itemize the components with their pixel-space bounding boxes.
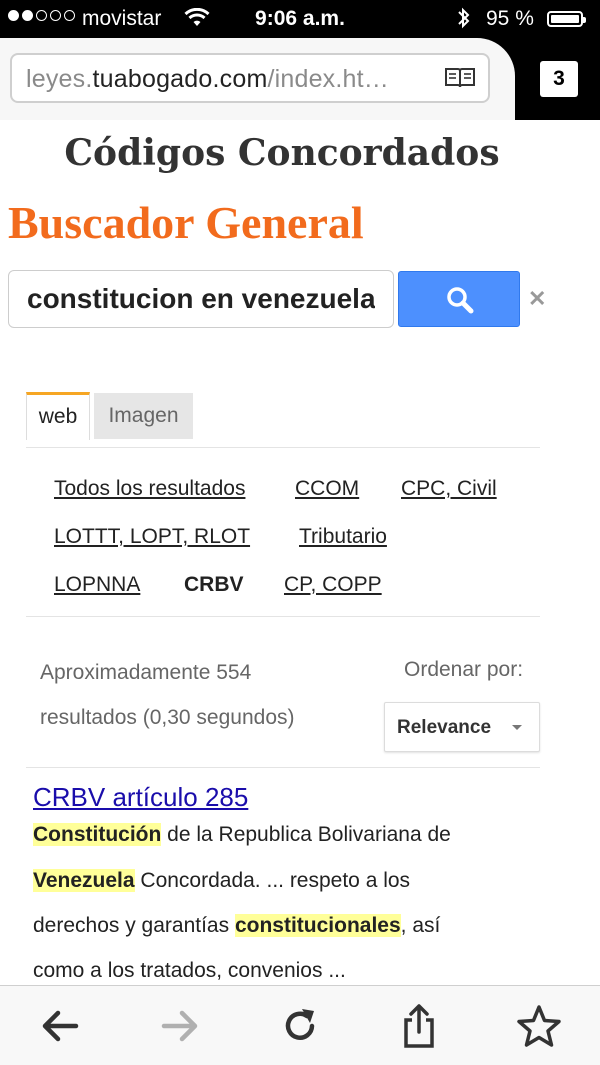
- refinement-crbv[interactable]: CRBV: [184, 573, 244, 597]
- refinement-tributario[interactable]: Tributario: [299, 525, 387, 549]
- result-time: resultados (0,30 segundos): [40, 706, 295, 729]
- refinement-todos[interactable]: Todos los resultados: [54, 477, 245, 501]
- result-snippet-line: como a los tratados, convenios ...: [33, 959, 346, 982]
- result-snippet-line: Venezuela Concordada. ... respeto a los: [33, 869, 411, 892]
- divider: [26, 767, 540, 768]
- refinement-lottt[interactable]: LOTTT, LOPT, RLOT: [54, 525, 250, 549]
- refinement-ccom[interactable]: CCOM: [295, 477, 359, 501]
- result-title-link[interactable]: CRBV artículo 285: [33, 782, 248, 813]
- order-label: Ordenar por:: [404, 658, 524, 681]
- search-icon: [447, 287, 474, 314]
- share-icon[interactable]: [395, 1002, 443, 1050]
- bluetooth-icon: [456, 6, 472, 36]
- clear-search-icon[interactable]: ✕: [528, 286, 546, 312]
- result-snippet-line: derechos y garantías constitucionales, a…: [33, 914, 441, 937]
- refinement-lopnna[interactable]: LOPNNA: [54, 573, 140, 597]
- tab-web[interactable]: web: [26, 392, 90, 440]
- refinement-cpc-civil[interactable]: CPC, Civil: [401, 477, 497, 501]
- reader-mode-icon[interactable]: [444, 67, 476, 89]
- url-bar[interactable]: leyes.tuabogado.com/index.ht…: [10, 53, 490, 103]
- tab-count-button[interactable]: 3: [540, 61, 578, 97]
- divider: [26, 447, 540, 448]
- browser-toolbar: leyes.tuabogado.com/index.ht… 3: [0, 38, 600, 120]
- page-title: Códigos Concordados: [64, 132, 500, 174]
- battery-icon: [547, 11, 586, 27]
- result-snippet-line: Constitución de la Republica Bolivariana…: [33, 823, 451, 846]
- order-select-value: Relevance: [397, 717, 492, 738]
- search-input[interactable]: [9, 271, 393, 327]
- status-bar: movistar 9:06 a.m. 95 %: [0, 0, 600, 38]
- divider: [26, 616, 540, 617]
- search-box[interactable]: [8, 270, 394, 328]
- reload-icon[interactable]: [276, 1002, 324, 1050]
- search-button[interactable]: [398, 271, 520, 327]
- refinement-cp-copp[interactable]: CP, COPP: [284, 573, 382, 597]
- result-count: Aproximadamente 554: [40, 661, 252, 684]
- url-text[interactable]: leyes.tuabogado.com/index.ht…: [26, 65, 389, 94]
- back-icon[interactable]: [36, 1002, 84, 1050]
- bookmark-star-icon[interactable]: [515, 1002, 563, 1050]
- page-subtitle: Buscador General: [8, 197, 364, 248]
- order-select[interactable]: Relevance: [384, 702, 540, 752]
- battery-percent: 95 %: [486, 7, 534, 30]
- tab-imagen[interactable]: Imagen: [94, 393, 193, 439]
- chevron-down-icon: [512, 725, 522, 730]
- forward-icon[interactable]: [156, 1002, 204, 1050]
- browser-bottom-bar: [0, 985, 600, 1065]
